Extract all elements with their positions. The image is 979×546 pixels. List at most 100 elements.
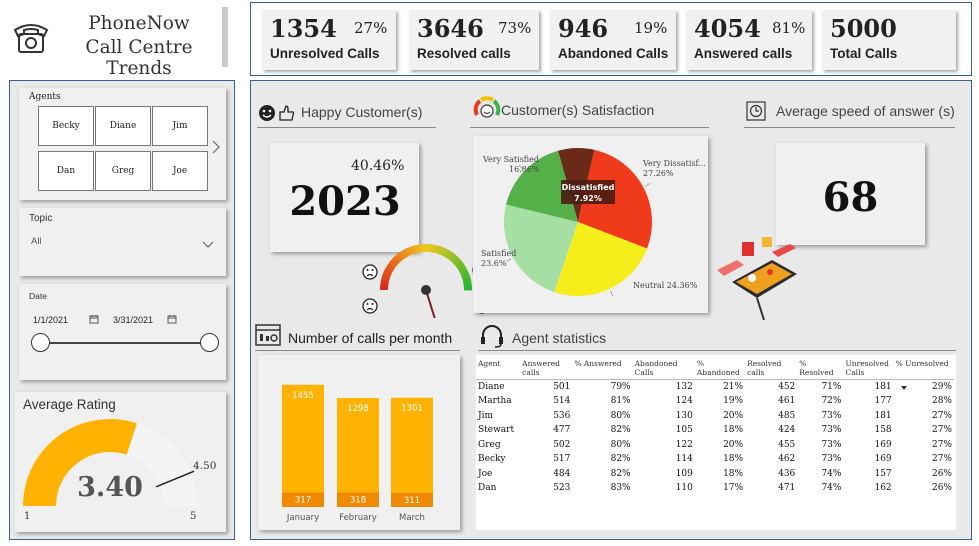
bar-value-label: 317 — [295, 496, 311, 506]
table-cell: 73% — [821, 425, 842, 436]
table-cell: 424 — [778, 425, 796, 436]
column-header[interactable]: % Abandoned — [695, 357, 745, 380]
pie-label: Satisfied — [481, 249, 516, 258]
calendar-chart-icon — [255, 322, 281, 353]
happy-customers-title: Happy Customer(s) — [301, 104, 423, 120]
table-cell: 26% — [931, 468, 952, 479]
divider — [470, 127, 709, 128]
table-cell: 461 — [778, 396, 796, 407]
kpi-label: Abandoned Calls — [558, 46, 669, 61]
table-cell: 157 — [874, 468, 892, 479]
agent-button-jim[interactable]: Jim — [152, 106, 208, 146]
topic-value: All — [31, 236, 42, 247]
table-cell: 536 — [553, 410, 571, 421]
table-cell: 484 — [553, 468, 571, 479]
kpi-value: 4054 — [694, 14, 761, 43]
agent-button-diane[interactable]: Diane — [95, 106, 151, 146]
table-cell: 79% — [610, 382, 631, 392]
bar-value-label: 1298 — [347, 404, 369, 414]
table-cell: 27% — [931, 410, 952, 421]
date-end-value: 3/31/2021 — [113, 315, 154, 325]
table-cell: 477 — [553, 425, 571, 436]
table-cell: 109 — [675, 468, 693, 479]
agent-button-becky[interactable]: Becky — [38, 106, 94, 146]
unhappy-face-icon — [362, 264, 378, 280]
agents-label: Agents — [29, 92, 61, 102]
table-cell: 158 — [874, 425, 892, 436]
table-cell: 18% — [723, 425, 744, 436]
column-header[interactable]: Answered calls — [520, 357, 572, 380]
sort-descending-icon[interactable] — [901, 377, 907, 395]
kpi-label: Answered calls — [694, 46, 793, 61]
kpi-unresolved: 1354 27% Unresolved Calls — [262, 10, 396, 70]
agent-button-joe[interactable]: Joe — [152, 151, 208, 191]
date-label: Date — [29, 291, 47, 301]
x-tick-label: February — [339, 513, 377, 523]
table-cell: 523 — [553, 483, 571, 494]
table-row[interactable]: Jim 536 80% 130 20% 485 73% 181 27% — [476, 409, 954, 424]
kpi-pct: 27% — [354, 19, 388, 37]
table-row[interactable]: Dan 523 83% 110 17% 471 74% 162 26% — [476, 481, 954, 496]
table-cell: 17% — [723, 483, 744, 494]
column-header[interactable]: Agent — [476, 357, 520, 380]
table-cell: 132 — [675, 382, 693, 392]
table-cell: 73% — [821, 410, 842, 421]
speed-title: Average speed of answer (s) — [776, 103, 955, 119]
agent-name-cell: Stewart — [478, 425, 515, 436]
table-cell: 71% — [821, 382, 842, 392]
pie-tooltip: Dissatisfied 7.92% — [561, 180, 615, 204]
calendar-icon[interactable] — [167, 311, 177, 329]
kpi-value: 5000 — [830, 14, 897, 43]
date-start-value: 1/1/2021 — [33, 315, 69, 325]
calendar-icon[interactable] — [89, 311, 99, 329]
column-header[interactable]: % Resolved — [797, 357, 843, 380]
table-cell: 80% — [610, 439, 631, 450]
pie-label: Very Dissatisf... — [642, 159, 706, 168]
column-header[interactable]: Resolved calls — [745, 357, 797, 380]
table-row[interactable]: Greg 502 80% 122 20% 455 73% 169 27% — [476, 438, 954, 453]
agent-button-greg[interactable]: Greg — [95, 151, 151, 191]
table-cell: 181 — [874, 410, 892, 421]
table-cell: 27% — [931, 439, 952, 450]
column-header[interactable]: Unresolved Calls — [843, 357, 893, 380]
agent-name-cell: Jim — [478, 410, 494, 421]
date-range-handle-end[interactable] — [200, 333, 219, 352]
agent-button-dan[interactable]: Dan — [38, 151, 94, 191]
table-row[interactable]: Martha 514 81% 124 19% 461 72% 177 28% — [476, 394, 954, 409]
bar-value-label: 1455 — [292, 391, 314, 401]
pie-label: Neutral 24.36% — [633, 281, 698, 290]
table-row[interactable]: Diane 501 79% 132 21% 452 71% 181 29% — [476, 380, 954, 395]
divider — [744, 127, 955, 128]
table-cell: 20% — [723, 439, 744, 450]
table-cell: 83% — [610, 483, 631, 494]
date-slicer — [19, 284, 226, 380]
table-cell: 122 — [675, 439, 693, 450]
agent-name-cell: Becky — [478, 454, 506, 465]
calls-per-month-chart: 1455 317 January 1298 318 February 1301 311 Marc… — [282, 384, 433, 523]
chevron-right-icon[interactable] — [212, 140, 220, 159]
kpi-value: 946 — [558, 14, 609, 43]
x-tick-label: March — [399, 513, 425, 523]
table-row[interactable]: Becky 517 82% 114 18% 462 73% 169 27% — [476, 452, 954, 467]
table-cell: 74% — [821, 483, 842, 494]
table-cell: 452 — [778, 382, 796, 392]
table-cell: 20% — [723, 410, 744, 421]
table-row[interactable]: Joe 484 82% 109 18% 436 74% 157 26% — [476, 467, 954, 482]
pie-leader — [610, 290, 614, 297]
table-header-row: Agent Answered calls % Answered Abandone… — [476, 357, 954, 380]
phone-icon — [11, 20, 51, 61]
happy-customers-value: 2023 — [289, 178, 401, 225]
date-end-input[interactable]: 3/31/2021 — [113, 310, 163, 325]
date-range-handle-start[interactable] — [31, 333, 50, 352]
column-header[interactable]: Abandoned Calls — [633, 357, 695, 380]
table-cell: 27% — [931, 454, 952, 465]
table-cell: 114 — [675, 454, 693, 465]
topic-dropdown[interactable]: All — [29, 232, 215, 250]
bar-value-label: 1301 — [401, 404, 423, 414]
table-cell: 18% — [723, 454, 744, 465]
column-header[interactable]: % Answered — [572, 357, 632, 380]
table-row[interactable]: Stewart 477 82% 105 18% 424 73% 158 27% — [476, 423, 954, 438]
kpi-label: Resolved calls — [417, 46, 511, 61]
bar-value-label: 318 — [350, 496, 366, 506]
table-cell: 130 — [675, 410, 693, 421]
